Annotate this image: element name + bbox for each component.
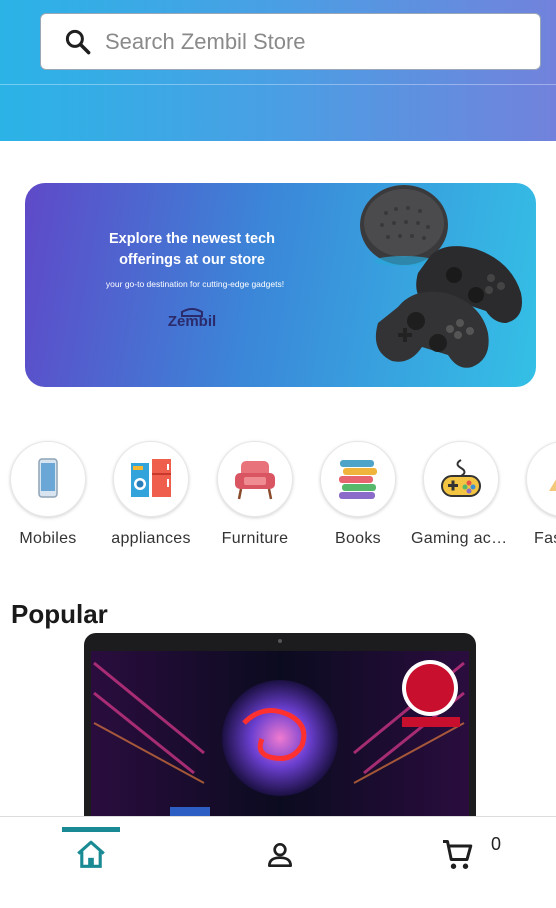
cart-count-badge: 0 bbox=[491, 834, 502, 854]
category-strip[interactable]: Mobiles appliances Furniture Books Gamin… bbox=[0, 441, 556, 561]
search-icon bbox=[65, 29, 91, 54]
category-fashion[interactable]: Fashion bbox=[514, 441, 556, 561]
category-appliances[interactable]: appliances bbox=[101, 441, 201, 561]
books-icon bbox=[339, 460, 377, 499]
nav-active-indicator bbox=[62, 827, 120, 832]
fashion-icon bbox=[549, 479, 556, 491]
banner-subline: your go-to destination for cutting-edge … bbox=[105, 279, 285, 289]
nav-cart-button[interactable] bbox=[438, 835, 478, 875]
home-content[interactable]: Explore the newest tech offerings at our… bbox=[0, 141, 556, 816]
popular-title: Popular bbox=[11, 599, 108, 629]
category-label: Fashion bbox=[534, 530, 556, 547]
category-label: Furniture bbox=[221, 530, 289, 547]
nav-account-button[interactable] bbox=[260, 835, 300, 875]
home-icon bbox=[77, 840, 105, 868]
category-label: Books bbox=[335, 530, 381, 547]
laptop-product-icon[interactable] bbox=[84, 633, 476, 816]
armchair-icon bbox=[235, 461, 275, 500]
category-books[interactable]: Books bbox=[308, 441, 408, 561]
gamepad-icon bbox=[441, 459, 481, 497]
category-furniture[interactable]: Furniture bbox=[205, 441, 305, 561]
appliances-icon bbox=[131, 459, 171, 497]
category-label: appliances bbox=[111, 530, 191, 547]
bottom-navigation: 0 bbox=[0, 816, 556, 908]
promo-banner[interactable]: Explore the newest tech offerings at our… bbox=[25, 183, 536, 387]
app-header bbox=[0, 0, 556, 141]
mobile-phone-icon bbox=[38, 458, 58, 498]
banner-logo-text: Zembil bbox=[167, 313, 217, 330]
category-label: Mobiles bbox=[19, 530, 77, 547]
banner-headline: Explore the newest tech offerings at our… bbox=[85, 229, 299, 271]
speaker-and-controllers-icon bbox=[360, 185, 522, 368]
person-icon bbox=[268, 843, 292, 867]
category-circle[interactable] bbox=[10, 441, 86, 517]
category-circle[interactable] bbox=[320, 441, 396, 517]
search-input[interactable] bbox=[105, 28, 505, 55]
category-label: Gaming accessories bbox=[411, 530, 511, 547]
category-gaming-accessories[interactable]: Gaming accessories bbox=[411, 441, 511, 561]
banner-headline-line1: Explore the newest tech bbox=[109, 231, 275, 247]
category-circle[interactable] bbox=[217, 441, 293, 517]
nav-home-button[interactable] bbox=[71, 835, 111, 875]
shopping-cart-icon bbox=[443, 840, 473, 869]
category-circle[interactable] bbox=[423, 441, 499, 517]
category-circle[interactable] bbox=[113, 441, 189, 517]
search-bar[interactable] bbox=[40, 13, 541, 70]
category-mobiles[interactable]: Mobiles bbox=[0, 441, 98, 561]
popular-section: Popular bbox=[0, 573, 556, 816]
category-circle[interactable] bbox=[526, 441, 556, 517]
banner-headline-line2: offerings at our store bbox=[119, 252, 265, 268]
header-divider bbox=[0, 84, 556, 85]
